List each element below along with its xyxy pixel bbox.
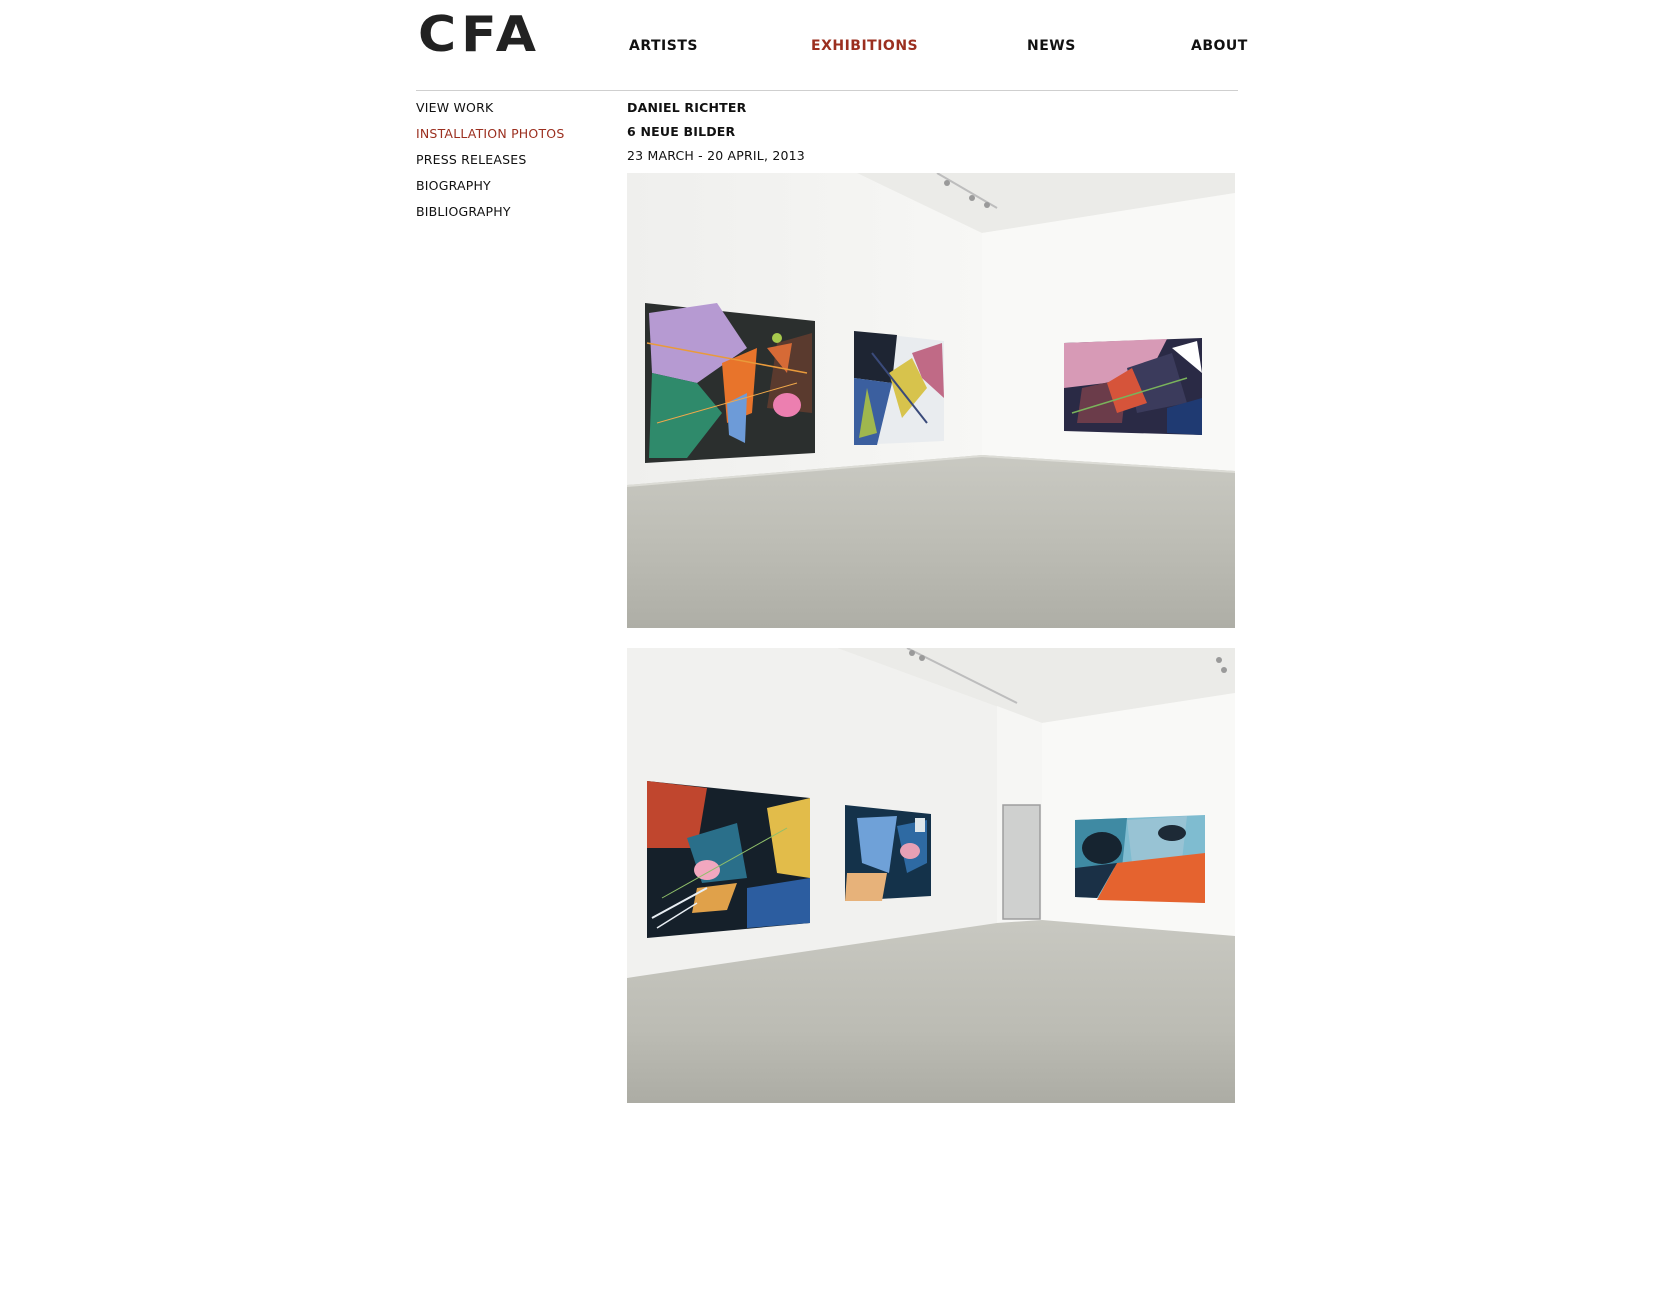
subnav-bibliography[interactable]: BIBLIOGRAPHY xyxy=(416,204,511,220)
subnav-installation-photos[interactable]: INSTALLATION PHOTOS xyxy=(416,126,564,142)
subnav-biography[interactable]: BIOGRAPHY xyxy=(416,178,491,194)
cfa-logo[interactable]: CFA xyxy=(418,10,541,59)
nav-about[interactable]: ABOUT xyxy=(1191,38,1248,54)
nav-news[interactable]: NEWS xyxy=(1027,38,1076,54)
exhibition-title: 6 NEUE BILDER xyxy=(627,124,736,139)
installation-photo-2[interactable] xyxy=(627,648,1235,1103)
artist-name: DANIEL RICHTER xyxy=(627,100,747,115)
nav-artists[interactable]: ARTISTS xyxy=(629,38,698,54)
gallery-room-image xyxy=(627,173,1235,628)
subnav-view-work[interactable]: VIEW WORK xyxy=(416,100,493,116)
installation-photo-1[interactable] xyxy=(627,173,1235,628)
exhibition-dates: 23 MARCH - 20 APRIL, 2013 xyxy=(627,148,805,163)
gallery-room-image xyxy=(627,648,1235,1103)
header-divider xyxy=(416,90,1238,91)
subnav-press-releases[interactable]: PRESS RELEASES xyxy=(416,152,527,168)
nav-exhibitions[interactable]: EXHIBITIONS xyxy=(811,38,918,54)
